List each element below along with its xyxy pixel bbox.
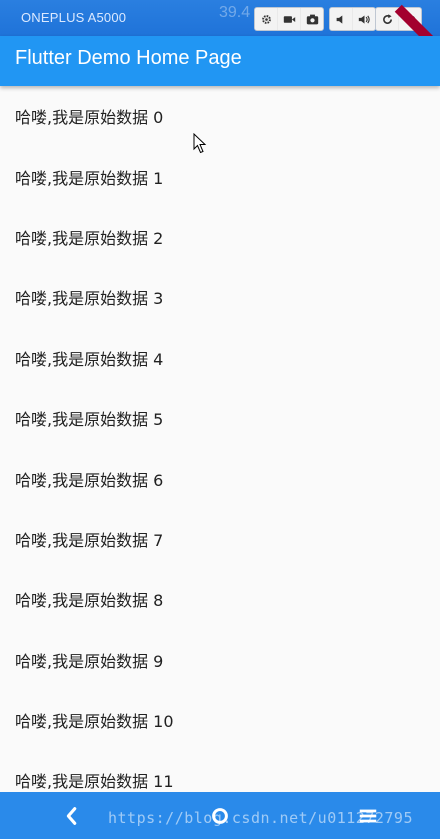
emulator-tool-group-volume (329, 7, 376, 31)
volume-down-icon (336, 14, 342, 24)
camera-icon (306, 14, 318, 24)
back-button[interactable] (60, 804, 84, 828)
list-item[interactable]: 哈喽,我是原始数据 5 (0, 388, 440, 448)
app-bar: Flutter Demo Home Page (0, 36, 440, 86)
rotate-icon (382, 13, 392, 24)
list-item[interactable]: 哈喽,我是原始数据 4 (0, 328, 440, 388)
list-item[interactable]: 哈喽,我是原始数据 8 (0, 569, 440, 629)
settings-button[interactable] (255, 8, 277, 30)
volume-down-button[interactable] (330, 8, 352, 30)
list-item[interactable]: 哈喽,我是原始数据 10 (0, 690, 440, 750)
list-item[interactable]: 哈喽,我是原始数据 2 (0, 207, 440, 267)
data-list[interactable]: 哈喽,我是原始数据 0 哈喽,我是原始数据 1 哈喽,我是原始数据 2 哈喽,我… (0, 86, 440, 792)
video-camera-icon (283, 15, 295, 23)
page-title: Flutter Demo Home Page (15, 47, 242, 69)
watermark: https://blog.csdn.net/u011272795 (108, 809, 413, 827)
screen-record-button[interactable] (278, 8, 300, 30)
mouse-cursor-icon (193, 133, 207, 154)
device-name: ONEPLUS A5000 (21, 10, 127, 25)
list-item[interactable]: 哈喽,我是原始数据 11 (0, 750, 440, 792)
list-item[interactable]: 哈喽,我是原始数据 9 (0, 630, 440, 690)
list-item[interactable]: 哈喽,我是原始数据 7 (0, 509, 440, 569)
status-readout: 39.4 (219, 4, 251, 21)
emulator-toolbar: ONEPLUS A5000 39.4 (0, 0, 440, 36)
volume-up-icon (358, 14, 370, 24)
back-icon (66, 807, 77, 825)
list-item[interactable]: 哈喽,我是原始数据 3 (0, 267, 440, 327)
emulator-tool-group-capture (254, 7, 324, 31)
volume-up-button[interactable] (353, 8, 375, 30)
list-item[interactable]: 哈喽,我是原始数据 6 (0, 448, 440, 508)
list-item[interactable]: 哈喽,我是原始数据 1 (0, 146, 440, 206)
screenshot-button[interactable] (301, 8, 323, 30)
list-item[interactable]: 哈喽,我是原始数据 0 (0, 86, 440, 146)
gear-icon (261, 14, 271, 24)
